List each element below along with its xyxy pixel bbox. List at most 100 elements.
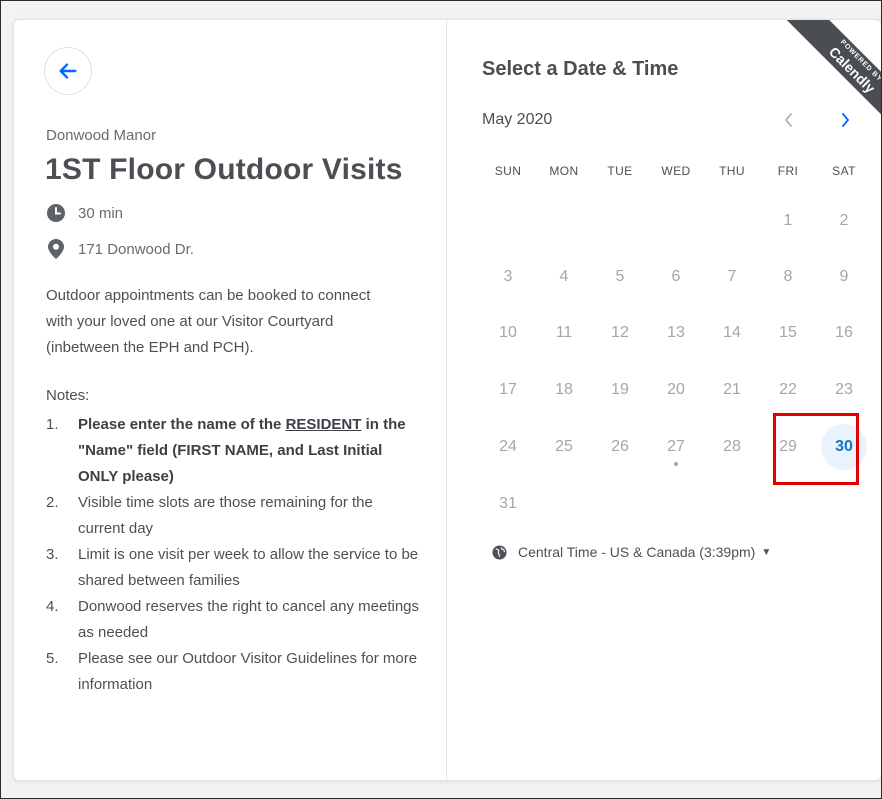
next-month-button[interactable] (833, 108, 857, 132)
day-number: 31 (499, 495, 517, 512)
day-number: 11 (555, 324, 573, 341)
day-number: 7 (727, 268, 737, 285)
weekday-sun: SUN (494, 164, 522, 178)
day-cell: 17 (485, 367, 531, 413)
day-cell-selected[interactable]: 30 (821, 424, 867, 470)
event-title: 1ST Floor Outdoor Visits (45, 153, 403, 186)
day-cell: 18 (541, 367, 587, 413)
day-number: 13 (667, 324, 685, 341)
event-details-pane: Donwood Manor 1ST Floor Outdoor Visits 3… (14, 20, 446, 780)
day-cell: 11 (541, 310, 587, 356)
day-cell: 29 (765, 424, 811, 470)
day-cell: 16 (821, 310, 867, 356)
today-dot (674, 462, 678, 466)
day-cell: 15 (765, 310, 811, 356)
calendar-heading: Select a Date & Time (482, 58, 679, 80)
day-cell: 4 (541, 254, 587, 300)
event-description: Outdoor appointments can be booked to co… (46, 287, 371, 356)
day-cell: 1 (765, 198, 811, 244)
organization-name: Donwood Manor (46, 127, 157, 144)
day-number: 20 (667, 381, 685, 398)
duration-row: 30 min (46, 203, 123, 223)
day-cell: 5 (597, 254, 643, 300)
list-item: 1. Please enter the name of the RESIDENT… (46, 416, 406, 485)
day-cell: 27 (653, 424, 699, 470)
day-number: 28 (723, 438, 741, 455)
day-cell: 12 (597, 310, 643, 356)
weekday-mon: MON (549, 164, 579, 178)
list-item: 3. Limit is one visit per week to allow … (46, 546, 419, 589)
day-number: 10 (499, 324, 517, 341)
notes-label: Notes: (46, 387, 90, 404)
day-number: 12 (611, 324, 629, 341)
booking-card: Donwood Manor 1ST Floor Outdoor Visits 3… (13, 19, 882, 781)
weekday-tue: TUE (607, 164, 633, 178)
day-number: 14 (723, 324, 741, 341)
day-number: 29 (779, 438, 797, 455)
notes-list: 1. Please enter the name of the RESIDENT… (46, 412, 421, 698)
day-number: 25 (555, 438, 573, 455)
day-cell: 22 (765, 367, 811, 413)
day-number: 22 (779, 381, 797, 398)
timezone-selector[interactable]: Central Time - US & Canada (3:39pm) ▼ (492, 544, 771, 560)
day-cell: 26 (597, 424, 643, 470)
day-cell: 19 (597, 367, 643, 413)
list-item: 5. Please see our Outdoor Visitor Guidel… (46, 650, 418, 693)
day-number: 15 (779, 324, 797, 341)
day-cell: 8 (765, 254, 811, 300)
day-cell: 6 (653, 254, 699, 300)
day-cell: 31 (485, 481, 531, 527)
day-cell: 9 (821, 254, 867, 300)
day-number: 6 (671, 268, 681, 285)
day-cell: 10 (485, 310, 531, 356)
day-number: 17 (499, 381, 517, 398)
day-number: 19 (611, 381, 629, 398)
day-number: 30 (835, 438, 853, 455)
location-text: 171 Donwood Dr. (78, 240, 194, 258)
day-cell: 21 (709, 367, 755, 413)
back-button[interactable] (44, 47, 92, 95)
location-row: 171 Donwood Dr. (46, 239, 194, 259)
day-cell: 7 (709, 254, 755, 300)
day-number: 23 (835, 381, 853, 398)
day-number: 2 (839, 212, 849, 229)
day-number: 1 (783, 212, 793, 229)
day-number: 16 (835, 324, 853, 341)
weekday-fri: FRI (777, 164, 799, 178)
powered-by-badge: POWERED BY Calendly (765, 20, 881, 142)
timezone-label: Central Time - US & Canada (3:39pm) (518, 544, 756, 560)
weekday-wed: WED (661, 164, 691, 178)
day-cell: 25 (541, 424, 587, 470)
map-pin-icon (46, 239, 66, 259)
day-number: 9 (839, 268, 849, 285)
day-cell: 24 (485, 424, 531, 470)
day-number: 5 (615, 268, 625, 285)
weekday-sat: SAT (832, 164, 856, 178)
day-cell: 23 (821, 367, 867, 413)
day-number: 24 (499, 438, 517, 455)
list-item: 4. Donwood reserves the right to cancel … (46, 598, 420, 641)
list-item: 2. Visible time slots are those remainin… (46, 494, 373, 537)
chevron-right-icon (842, 113, 849, 127)
day-number: 26 (611, 438, 629, 455)
clock-icon (46, 203, 66, 223)
chevron-left-icon (785, 113, 792, 127)
day-number: 18 (555, 381, 573, 398)
caret-down-icon: ▼ (761, 546, 772, 558)
calendar-pane: Select a Date & Time May 2020 SUN MON TUE W… (447, 20, 881, 780)
day-number: 8 (783, 268, 793, 285)
day-number: 4 (559, 268, 569, 285)
day-cell: 28 (709, 424, 755, 470)
day-cell: 14 (709, 310, 755, 356)
day-cell: 3 (485, 254, 531, 300)
day-cell: 20 (653, 367, 699, 413)
month-label: May 2020 (482, 111, 553, 128)
duration-text: 30 min (78, 204, 124, 222)
weekday-thu: THU (719, 164, 745, 178)
globe-icon (492, 544, 508, 560)
day-cell: 2 (821, 198, 867, 244)
day-cell: 13 (653, 310, 699, 356)
day-number: 21 (723, 381, 741, 398)
day-number: 3 (503, 268, 513, 285)
previous-month-button[interactable] (777, 108, 801, 132)
